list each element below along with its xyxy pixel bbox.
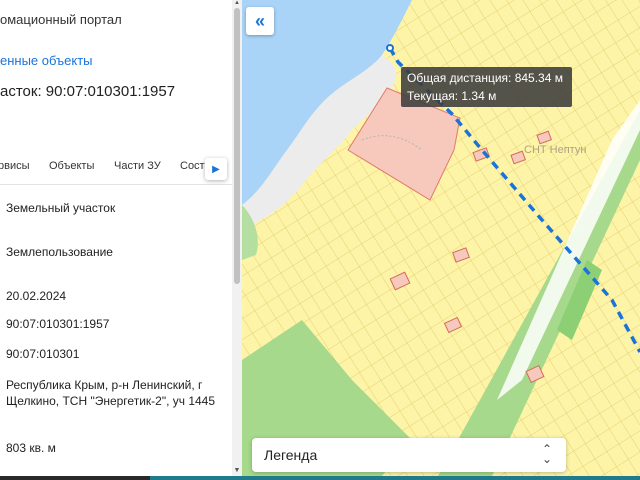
field-address: Республика Крым, р-н Ленинский, г Щелкин… [6,378,216,408]
double-chevron-left-icon: « [254,10,265,31]
chevron-up-down-icon: ⌃ ⌄ [541,442,552,466]
field-object-type: Земельный участок [6,201,116,215]
info-panel: омационный портал енные объекты асток: 9… [0,0,232,480]
distance-tooltip: Общая дистанция: 845.34 м Текущая: 1.34 … [401,67,572,107]
total-distance: Общая дистанция: 845.34 м [407,71,563,85]
field-date: 20.02.2024 [6,289,67,303]
legend-label: Легенда [264,447,318,463]
field-land-use-type: Землепользование [6,245,113,259]
scrollbar-thumb[interactable] [234,8,240,284]
legend-dropdown[interactable]: Легенда ⌃ ⌄ [252,438,566,472]
portal-title: омационный портал [0,12,122,27]
field-area: 803 кв. м [6,441,56,455]
taskbar-strip [0,476,640,480]
area-label: СНТ Нептун [524,144,587,156]
parcel-title: асток: 90:07:010301:1957 [0,83,176,100]
selected-objects-link[interactable]: енные объекты [0,53,93,68]
scroll-down-icon[interactable]: ▼ [233,467,241,475]
field-cadastral-number: 90:07:010301:1957 [6,317,110,331]
field-cadastral-quarter: 90:07:010301 [6,347,80,361]
measure-start-point[interactable] [386,44,394,52]
chevron-right-icon: ▶ [212,163,220,175]
current-distance: Текущая: 1.34 м [407,89,497,103]
tab-services[interactable]: рвисы [0,160,30,172]
scroll-up-icon[interactable]: ▲ [233,0,241,6]
tab-parcel-parts[interactable]: Части ЗУ [114,160,161,172]
collapse-panel-button[interactable]: « [246,7,274,35]
tabs-scroll-right-button[interactable]: ▶ [205,158,227,180]
tab-objects[interactable]: Объекты [49,160,94,172]
tab-bar: рвисы Объекты Части ЗУ Соста [0,150,232,185]
